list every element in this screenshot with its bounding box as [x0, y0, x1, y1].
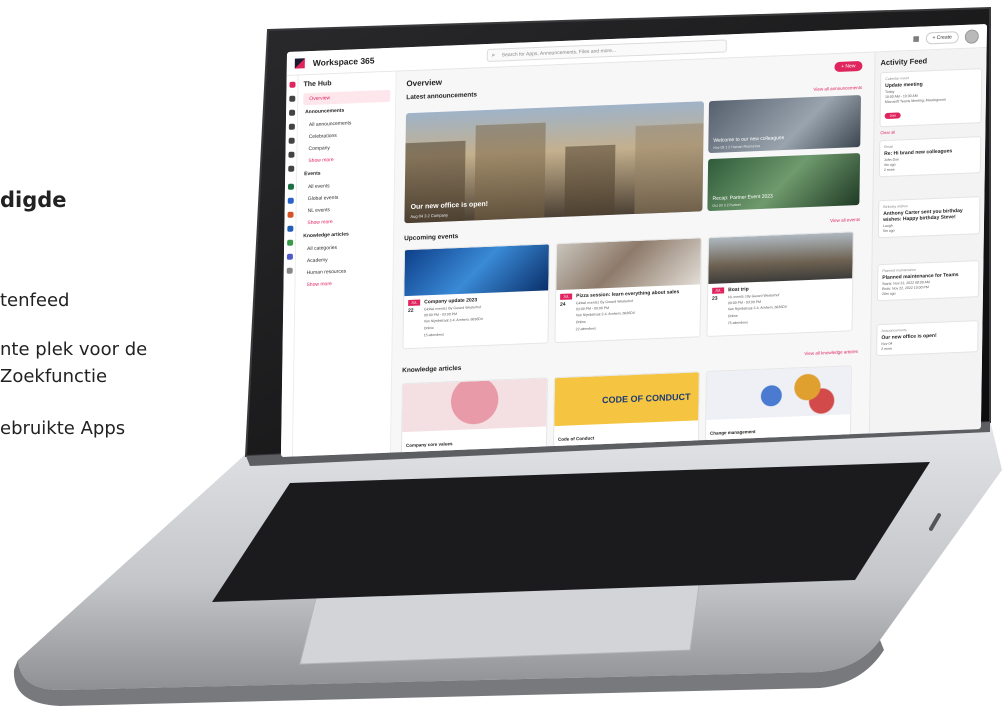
create-button[interactable]: + Create: [925, 31, 959, 45]
event-time: 09:00 PM - 03:00 PM: [727, 299, 762, 306]
event-online: Online: [727, 313, 738, 319]
event-month: JUL: [560, 293, 573, 300]
event-location: Van Nijmbstraat 2-4, Arnhem, 6836DV: [727, 304, 788, 312]
knowledge-card[interactable]: Company core values: [400, 377, 548, 454]
event-card[interactable]: JUL 24 Pizza session: learn everything a…: [554, 237, 702, 344]
app-title: Workspace 365: [312, 54, 375, 68]
knowledge-card[interactable]: CODE OF CONDUCT Code of Conduct: [552, 371, 700, 448]
rail-folder-icon[interactable]: [289, 95, 296, 102]
event-image: [708, 232, 853, 284]
app-screen: Workspace 365 ⌕ Search for Apps, Announc…: [280, 24, 987, 457]
search-placeholder: Search for Apps, Announcements, Files an…: [501, 47, 617, 59]
event-time: 09:00 PM - 03:00 PM: [423, 312, 458, 318]
feed-maintenance-card[interactable]: Planned maintenance Planned maintenance …: [876, 260, 980, 302]
event-month: JUL: [712, 287, 725, 294]
gears-image: [706, 366, 851, 420]
announcement-title: Recap: Partner Event 2023: [712, 193, 773, 202]
view-all-announcements-link[interactable]: View all announcements: [813, 85, 862, 92]
rail-chat-icon[interactable]: [289, 109, 296, 116]
event-month: JUL: [408, 299, 421, 306]
hub-navigation: The Hub Overview Announcements All annou…: [292, 71, 397, 457]
announcement-card-partner[interactable]: Recap: Partner Event 2023 Oct 03 3 2 Par…: [707, 153, 861, 212]
event-card[interactable]: JUL 23 Boat trip NL events | By Gerard W…: [706, 231, 854, 338]
avatar[interactable]: [964, 29, 979, 44]
join-button[interactable]: Join: [884, 112, 902, 120]
rail-more-icon[interactable]: [286, 267, 293, 274]
laptop: Workspace 365 ⌕ Search for Apps, Announc…: [0, 0, 1002, 707]
rail-maps-icon[interactable]: [287, 239, 294, 246]
event-location: Van Nijmbstraat 2-4, Arnhem, 6836DV: [575, 310, 636, 318]
event-attendees: 15 attendees: [423, 332, 444, 338]
event-category: Global events | By Gerard Westerhof: [576, 298, 634, 306]
top-right-actions: ▦ + Create: [913, 29, 979, 46]
rail-rocket-icon[interactable]: [289, 81, 296, 88]
event-location: Van Nijmbstraat 2-4, Arnhem, 6836DV: [423, 316, 484, 324]
announcement-meta: Oct 03 3 2 Partner: [712, 202, 742, 208]
event-attendees: 75 attendees: [727, 320, 748, 326]
event-card[interactable]: JUL 22 Company update 2023 Global events…: [402, 243, 550, 350]
upcoming-events-title: Upcoming events: [404, 233, 459, 243]
event-title: Pizza session: learn everything about sa…: [576, 289, 680, 300]
rail-doc-icon[interactable]: [288, 151, 295, 158]
announcement-card-main[interactable]: Our new office is open! Aug 04 3 2 Compa…: [404, 101, 705, 224]
rail-outlook-icon[interactable]: [287, 225, 294, 232]
event-day: 22: [407, 307, 414, 314]
event-online: Online: [575, 319, 586, 325]
rail-send-icon[interactable]: [288, 123, 295, 130]
event-category: NL events | By Gerard Westerhof: [728, 293, 780, 300]
rail-excel-icon[interactable]: [287, 183, 295, 190]
activity-feed-title: Activity Feed: [880, 56, 928, 68]
event-title: Company update 2023: [424, 297, 478, 306]
view-all-knowledge-link[interactable]: View all knowledge articles: [804, 349, 858, 356]
clear-all-link[interactable]: Clear all: [880, 130, 895, 136]
rail-apps-icon[interactable]: [288, 165, 295, 172]
tree-image: [402, 378, 547, 433]
announcement-card-welcome[interactable]: Welcome to our new colleagues Nov 03 1 2…: [708, 95, 862, 154]
event-day: 23: [711, 295, 718, 302]
code-of-conduct-image: CODE OF CONDUCT: [554, 372, 699, 427]
workspace-logo: [294, 57, 305, 69]
rail-todo-icon[interactable]: [287, 197, 294, 204]
search-icon: ⌕: [491, 52, 496, 59]
event-image: [556, 238, 701, 291]
feed-announcement-card[interactable]: Announcements Our new office is open! No…: [876, 320, 979, 357]
announcement-meta: Nov 03 1 2 Human Resources: [713, 144, 761, 150]
knowledge-title: Company core values: [405, 441, 453, 448]
view-all-events-link[interactable]: View all events: [830, 217, 860, 223]
rail-office-icon[interactable]: [287, 211, 294, 218]
activity-feed: Activity Feed Calendar event Update meet…: [868, 48, 987, 434]
announcement-title: Welcome to our new colleagues: [713, 135, 785, 144]
knowledge-title: Code of Conduct: [557, 435, 595, 442]
event-time: 03:00 PM - 09:00 PM: [575, 305, 610, 312]
nav-show-more[interactable]: Show more: [300, 276, 387, 291]
feed-email-card[interactable]: Email Re: Hi brand new colleagues John D…: [878, 136, 982, 178]
hub-title: The Hub: [303, 80, 332, 89]
event-day: 24: [559, 301, 566, 308]
new-button[interactable]: + New: [834, 60, 863, 73]
knowledge-articles-title: Knowledge articles: [402, 364, 462, 375]
rail-calendar-icon[interactable]: [288, 137, 295, 144]
event-category: Global events | By Gerard Westerhof: [424, 305, 482, 312]
search-input[interactable]: ⌕ Search for Apps, Announcements, Files …: [486, 39, 727, 62]
knowledge-card[interactable]: Change management: [704, 365, 852, 442]
knowledge-title: Change management: [709, 429, 756, 436]
feed-birthday-card[interactable]: Birthday wishes Anthony Carter sent you …: [877, 196, 981, 239]
event-attendees: 22 attendees: [575, 326, 596, 332]
overview-main: Overview + New Latest announcements View…: [391, 52, 875, 454]
event-title: Boat trip: [728, 286, 749, 294]
apps-grid-icon[interactable]: ▦: [913, 35, 920, 43]
feed-calendar-card[interactable]: Calendar event Update meeting Today 10:0…: [879, 68, 983, 128]
event-image: [404, 244, 549, 297]
rail-teams-icon[interactable]: [286, 253, 293, 260]
event-online: Online: [423, 325, 434, 331]
